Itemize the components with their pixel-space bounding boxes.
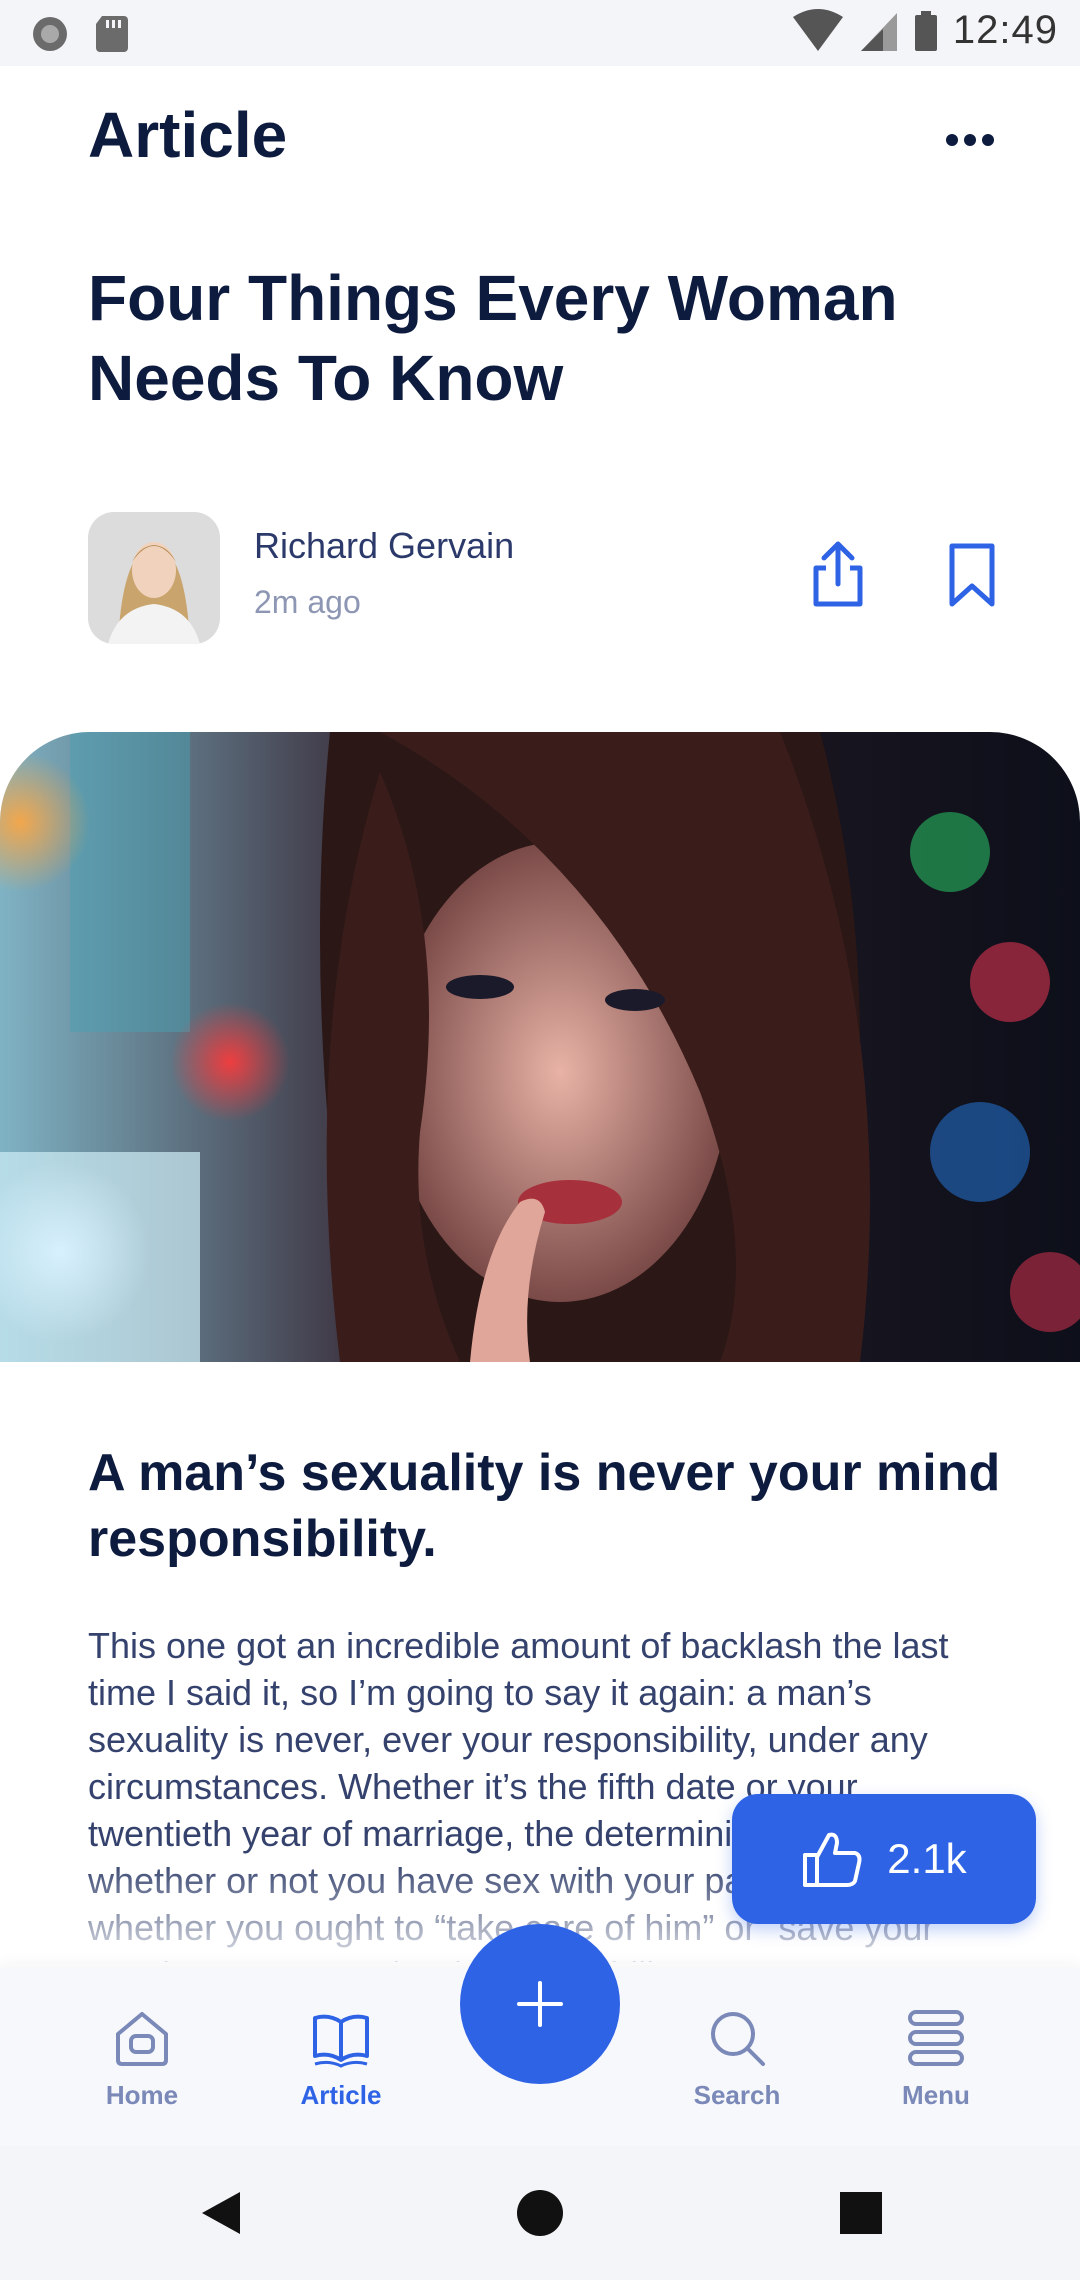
menu-icon xyxy=(908,2010,964,2066)
status-left xyxy=(30,14,130,54)
add-button[interactable] xyxy=(460,1924,620,2084)
book-icon xyxy=(313,2014,369,2068)
share-icon xyxy=(813,541,863,607)
author-avatar[interactable] xyxy=(88,512,220,644)
sd-card-icon xyxy=(96,16,128,52)
author-name[interactable]: Richard Gervain xyxy=(254,525,514,567)
like-count: 2.1k xyxy=(887,1835,967,1882)
hero-photo xyxy=(0,732,1080,1362)
nav-menu-label: Menu xyxy=(902,2080,970,2110)
avatar-photo xyxy=(88,512,220,644)
battery-icon xyxy=(914,10,937,51)
like-button[interactable]: 2.1k xyxy=(732,1794,1036,1924)
article-screen: 12:49 Article Four Things Every Woman Ne… xyxy=(0,0,1080,2280)
status-time: 12:49 xyxy=(952,8,1058,52)
nav-article[interactable]: Article xyxy=(261,2008,421,2128)
status-right: 12:49 xyxy=(791,8,1058,53)
plus-icon xyxy=(517,1981,563,2027)
share-button[interactable] xyxy=(806,540,870,610)
article-title: Four Things Every Woman Needs To Know xyxy=(88,262,898,414)
thumbs-up-icon xyxy=(803,1832,862,1887)
status-bar: 12:49 xyxy=(0,0,1080,66)
bookmark-icon xyxy=(949,543,995,607)
system-navigation-bar xyxy=(0,2146,1080,2280)
nav-search-label: Search xyxy=(693,2080,781,2110)
nav-home-label: Home xyxy=(105,2080,179,2110)
nav-menu[interactable]: Menu xyxy=(856,2008,1016,2128)
system-recents-button[interactable] xyxy=(836,2188,886,2238)
wifi-icon xyxy=(792,8,843,51)
record-icon xyxy=(33,17,67,51)
more-horizontal-icon xyxy=(946,134,994,146)
section-heading: A man’s sexuality is never your mind res… xyxy=(88,1444,1001,1568)
post-time: 2m ago xyxy=(254,584,361,620)
signal-icon xyxy=(860,12,897,51)
nav-home[interactable]: Home xyxy=(62,2008,222,2128)
bookmark-button[interactable] xyxy=(940,540,1004,610)
search-icon xyxy=(711,2012,765,2066)
home-icon xyxy=(116,2012,168,2066)
home-circle-icon xyxy=(517,2190,563,2236)
recents-square-icon xyxy=(840,2192,882,2234)
page-title: Article xyxy=(88,99,288,171)
article-hero-image xyxy=(0,732,1080,1362)
nav-article-label: Article xyxy=(300,2080,382,2110)
more-options-button[interactable] xyxy=(940,120,1000,160)
back-triangle-icon xyxy=(202,2192,240,2234)
nav-search[interactable]: Search xyxy=(657,2008,817,2128)
system-back-button[interactable] xyxy=(196,2188,246,2238)
system-home-button[interactable] xyxy=(515,2188,565,2238)
